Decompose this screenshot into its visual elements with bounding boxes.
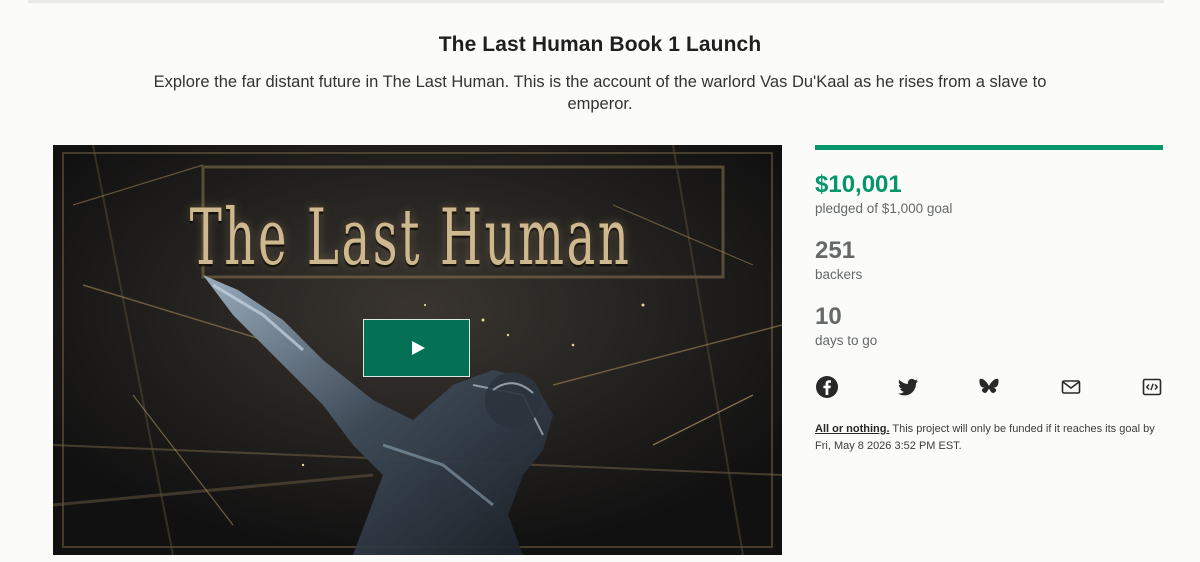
backers-stat: 251 backers [815,236,1163,284]
pledged-amount: $10,001 [815,171,902,198]
funding-progress-bar [815,145,1163,150]
top-divider [28,0,1164,3]
project-title: The Last Human Book 1 Launch [438,33,762,56]
days-count: 10 [815,303,842,330]
facebook-icon[interactable] [815,375,839,399]
project-blurb: Explore the far distant future in The La… [153,73,1047,113]
days-label: days to go [815,333,878,348]
pledged-label: pledged of $1,000 goal [815,201,953,216]
backers-count: 251 [815,237,856,264]
bluesky-icon[interactable] [977,375,1001,399]
funding-terms: All or nothing. This project will only b… [815,421,1167,455]
pledged-stat: $10,001 pledged of $1,000 goal [815,170,1163,218]
play-icon [411,341,425,355]
twitter-icon[interactable] [896,375,920,399]
funding-stats: $10,001 pledged of $1,000 goal 251 backe… [815,145,1163,455]
play-button[interactable] [363,319,470,377]
share-row [815,375,1163,399]
backers-label: backers [815,267,863,282]
funding-progress-fill [815,145,1163,150]
all-or-nothing-link[interactable]: All or nothing. [815,423,890,435]
project-video[interactable]: The Last Human [53,145,782,555]
days-stat: 10 days to go [815,302,1163,350]
project-header: The Last Human Book 1 Launch Explore the… [0,33,1200,115]
cover-title: The Last Human [189,193,632,283]
mail-icon[interactable] [1059,375,1083,399]
embed-icon[interactable] [1140,375,1164,399]
